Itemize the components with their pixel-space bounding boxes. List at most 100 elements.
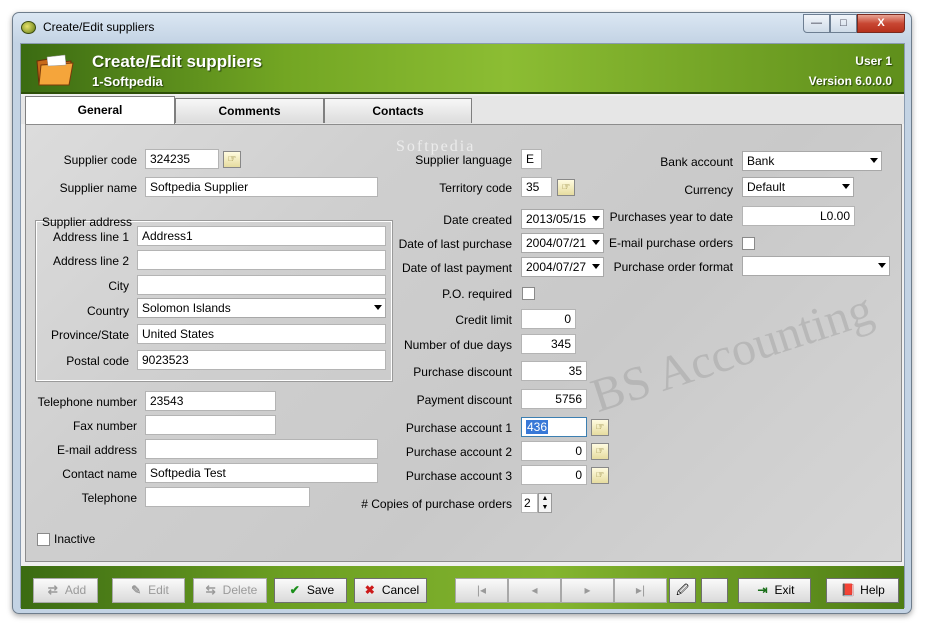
chevron-down-icon [592, 240, 600, 245]
currency-dropdown[interactable]: Default [742, 177, 854, 197]
maximize-button[interactable]: □ [830, 14, 857, 33]
telephone-label: Telephone [81, 491, 137, 505]
email-po-label: E-mail purchase orders [608, 236, 733, 250]
tab-contacts[interactable]: Contacts [324, 98, 472, 123]
credit-limit-field[interactable]: 0 [521, 309, 576, 329]
purchase-account-1-lookup-icon[interactable]: ☞ [591, 419, 609, 436]
date-last-payment-value: 2004/07/27 [526, 260, 587, 274]
po-format-dropdown[interactable] [742, 256, 890, 276]
territory-code-field[interactable]: 35 [521, 177, 552, 197]
supplier-code-field[interactable]: 324235 [145, 149, 219, 169]
blank-button[interactable] [701, 578, 728, 603]
supplier-code-label: Supplier code [63, 153, 137, 167]
bottom-toolbar: ⇄ Add ✎ Edit ⇆ Delete ✔ Save ✖ Cancel |◂ ◂ ▸ … [21, 566, 904, 609]
supplier-language-field[interactable]: E [521, 149, 542, 169]
purchases-ytd-field[interactable]: L0.00 [742, 206, 855, 226]
cancel-label: Cancel [381, 583, 420, 597]
currency-value: Default [747, 180, 786, 194]
exit-button[interactable]: ⇥ Exit [738, 578, 811, 603]
add-icon: ⇄ [47, 583, 58, 597]
copies-po-field[interactable]: 2 [521, 493, 538, 513]
tab-comments[interactable]: Comments [175, 98, 324, 123]
purchase-account-1-value: 436 [526, 420, 549, 434]
date-last-purchase-picker[interactable]: 2004/07/21 [521, 233, 604, 253]
copies-po-stepper[interactable]: ▲ ▼ [538, 493, 552, 513]
bank-account-value: Bank [747, 154, 775, 168]
last-record-button[interactable]: ▸| [614, 578, 667, 603]
purchase-account-2-lookup-icon[interactable]: ☞ [591, 443, 609, 460]
province-state-label: Province/State [50, 328, 129, 342]
print-button[interactable]: 🖉 [669, 578, 696, 603]
add-button[interactable]: ⇄ Add [33, 578, 98, 603]
client-area: Create/Edit suppliers 1-Softpedia User 1… [20, 43, 905, 609]
email-address-label: E-mail address [56, 443, 137, 457]
po-required-label: P.O. required [442, 287, 512, 301]
email-address-field[interactable] [145, 439, 378, 459]
inactive-checkbox[interactable] [37, 533, 50, 546]
edit-icon: ✎ [131, 583, 142, 597]
purchase-discount-field[interactable]: 35 [521, 361, 587, 381]
country-value: Solomon Islands [142, 301, 231, 315]
save-button[interactable]: ✔ Save [274, 578, 347, 603]
window-title: Create/Edit suppliers [43, 20, 155, 34]
address-line-1-field[interactable]: Address1 [137, 226, 386, 246]
header-subtitle: 1-Softpedia [92, 74, 163, 89]
inactive-label: Inactive [54, 532, 96, 546]
po-format-label: Purchase order format [613, 260, 733, 274]
country-dropdown[interactable]: Solomon Islands [137, 298, 386, 318]
postal-code-label: Postal code [66, 354, 129, 368]
first-record-button[interactable]: |◂ [455, 578, 508, 603]
city-field[interactable] [137, 275, 386, 295]
close-button[interactable]: X [857, 14, 905, 33]
po-required-checkbox[interactable] [522, 287, 535, 300]
previous-record-icon: ◂ [531, 583, 538, 597]
first-record-icon: |◂ [476, 583, 487, 597]
previous-record-button[interactable]: ◂ [508, 578, 561, 603]
supplier-name-label: Supplier name [59, 181, 137, 195]
save-label: Save [306, 583, 335, 597]
cancel-button[interactable]: ✖ Cancel [354, 578, 427, 603]
bank-account-label: Bank account [660, 155, 733, 169]
payment-discount-field[interactable]: 5756 [521, 389, 587, 409]
purchase-account-1-field[interactable]: 436 [521, 417, 587, 437]
territory-code-label: Territory code [439, 181, 512, 195]
due-days-label: Number of due days [403, 338, 512, 352]
help-button[interactable]: 📕 Help [826, 578, 899, 603]
contact-name-label: Contact name [62, 467, 137, 481]
general-panel: BS Accounting Softpedia Supplier code 32… [25, 124, 902, 562]
tab-general[interactable]: General [25, 96, 175, 124]
header-banner: Create/Edit suppliers 1-Softpedia User 1… [21, 44, 904, 94]
application-window: Create/Edit suppliers — □ X Create/Edit … [12, 12, 912, 614]
fax-number-field[interactable] [145, 415, 276, 435]
telephone-field[interactable] [145, 487, 310, 507]
chevron-down-icon [878, 263, 886, 268]
email-po-checkbox[interactable] [742, 237, 755, 250]
purchase-account-2-field[interactable]: 0 [521, 441, 587, 461]
supplier-code-lookup-icon[interactable]: ☞ [223, 151, 241, 168]
exit-door-icon: ⇥ [757, 583, 768, 597]
telephone-number-label: Telephone number [37, 395, 137, 409]
postal-code-field[interactable]: 9023523 [137, 350, 386, 370]
province-state-field[interactable]: United States [137, 324, 386, 344]
due-days-field[interactable]: 345 [521, 334, 576, 354]
checkmark-icon: ✔ [289, 583, 300, 597]
contact-name-field[interactable]: Softpedia Test [145, 463, 378, 483]
minimize-button[interactable]: — [803, 14, 830, 33]
bank-account-dropdown[interactable]: Bank [742, 151, 882, 171]
date-last-purchase-label: Date of last purchase [398, 237, 512, 251]
territory-code-lookup-icon[interactable]: ☞ [557, 179, 575, 196]
purchase-account-3-field[interactable]: 0 [521, 465, 587, 485]
supplier-name-field[interactable]: Softpedia Supplier [145, 177, 378, 197]
edit-button[interactable]: ✎ Edit [112, 578, 185, 603]
delete-button[interactable]: ⇆ Delete [193, 578, 267, 603]
next-record-button[interactable]: ▸ [561, 578, 614, 603]
purchase-account-3-lookup-icon[interactable]: ☞ [591, 467, 609, 484]
chevron-down-icon [870, 158, 878, 163]
date-created-picker[interactable]: 2013/05/15 [521, 209, 604, 229]
telephone-number-field[interactable]: 23543 [145, 391, 276, 411]
book-icon: 📕 [840, 583, 856, 597]
city-label: City [108, 279, 129, 293]
address-line-2-field[interactable] [137, 250, 386, 270]
date-last-purchase-value: 2004/07/21 [526, 236, 587, 250]
date-last-payment-picker[interactable]: 2004/07/27 [521, 257, 604, 277]
